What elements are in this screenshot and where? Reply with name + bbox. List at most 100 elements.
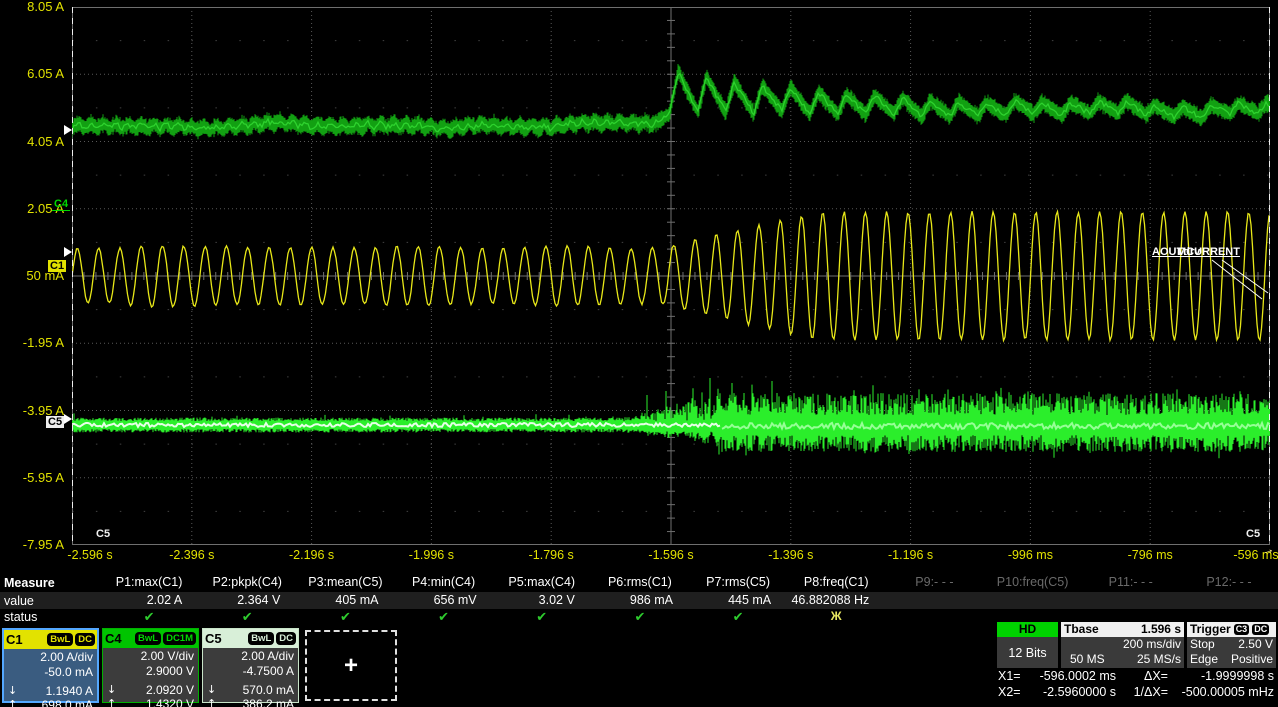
trigger-type: Edge [1190,652,1218,667]
y-axis-label: 4.05 A [0,134,64,149]
measure-value: 986 mA [591,593,673,607]
time-axis-label: -996 ms [1008,548,1053,562]
measure-header[interactable]: P8:freq(C1) [787,575,885,589]
measure-header[interactable]: P3:mean(C5) [296,575,394,589]
measure-value: 656 mV [395,593,477,607]
cursor-up-value: 698.0 mA [17,698,93,707]
y-axis-label: -5.95 A [0,470,64,485]
status-ok-icon: ✔ [493,609,591,625]
channel-tag-c1[interactable]: C1 [48,260,66,272]
trigger-label: Trigger [1190,622,1231,637]
dx-value: -1.9999998 s [1168,668,1274,684]
grid-trace-label-right: C5 [1246,528,1260,540]
cursor-up-value: 386.2 mA [216,697,294,707]
trigger-box[interactable]: Trigger C3 DC Stop 2.50 V Edge Positive [1187,622,1276,668]
grid-trace-label-left: C5 [96,528,110,540]
channel-offset-value: -50.0 mA [8,665,93,680]
channel-badge-bwl: BwL [135,632,161,645]
cursor-readout: X1= -596.0002 ms ΔX= -1.9999998 s X2= -2… [998,668,1274,700]
channel-id-label: C4 [105,631,122,646]
trace-position-arrow[interactable] [64,125,72,135]
timebase-label: Tbase [1064,622,1099,637]
oscilloscope-screen: 8.05 A6.05 A4.05 A2.05 A50 mA-1.95 A-3.9… [0,0,1278,707]
invdx-label: 1/ΔX= [1116,684,1168,700]
measure-header[interactable]: P2:pkpk(C4) [198,575,296,589]
time-axis-label: -1.796 s [529,548,574,562]
invdx-value: -500.00005 mHz [1168,684,1274,700]
channel-id-label: C1 [6,632,23,647]
cursor-up-icon: ↑ [207,697,216,707]
hd-mode-label: HD [997,622,1058,637]
channel-offset-value: -4.7500 A [207,664,294,679]
channel-descriptor-boxes: C1BwLDC2.00 A/div-50.0 mA↓1.1940 A↑698.0… [2,628,299,703]
measure-value: 2.02 A [100,593,182,607]
time-axis-label: -1.596 s [648,548,693,562]
channel-id-label: C5 [205,631,222,646]
dx-label: ΔX= [1116,668,1168,684]
channel-offset-value: 2.9000 V [107,664,194,679]
trace-position-arrow[interactable] [64,414,72,424]
time-axis-label: -2.196 s [289,548,334,562]
cursor-down-value: 570.0 mA [216,683,294,697]
time-axis-label: -2.596 s [67,548,112,562]
status-ok-icon: ✔ [296,609,394,625]
time-axis-label: -1.996 s [409,548,454,562]
measure-header[interactable]: P11:- - - [1082,575,1180,589]
time-axis-label: -1.196 s [888,548,933,562]
measure-header[interactable]: P9:- - - [885,575,983,589]
acquisition-mode-box[interactable]: HD 12 Bits [997,622,1058,668]
add-channel-button[interactable]: + [305,630,397,701]
channel-box-c4[interactable]: C4BwLDC1M2.00 V/div2.9000 V↓2.0920 V↑1.4… [102,628,199,703]
measure-value-row-label: value [4,594,34,608]
hd-bits-value: 12 Bits [997,637,1058,668]
channel-box-c5[interactable]: C5BwLDC2.00 A/div-4.7500 A↓570.0 mA↑386.… [202,628,299,703]
plus-icon: + [344,652,358,680]
cursor-down-icon: ↓ [8,684,17,698]
timebase-samples: 50 MS [1064,652,1105,667]
measure-header[interactable]: P10:freq(C5) [984,575,1082,589]
channel-badge-bwl: BwL [248,632,274,645]
waveform-display-area[interactable]: 8.05 A6.05 A4.05 A2.05 A50 mA-1.95 A-3.9… [0,0,1278,568]
measure-header[interactable]: P12:- - - [1180,575,1278,589]
trigger-coupling-badge: DC [1252,624,1269,635]
time-axis-label: -796 ms [1128,548,1173,562]
channel-scale-value: 2.00 A/div [207,649,294,664]
waveform-grid [72,7,1270,545]
status-ok-icon: ✔ [395,609,493,625]
cursor-up-icon: ↑ [8,698,17,707]
channel-tag-c4[interactable]: C4 [52,198,70,211]
measure-header[interactable]: P6:rms(C1) [591,575,689,589]
x1-value: -596.0002 ms [1032,668,1116,684]
measure-table-title: Measure [4,576,55,590]
trace-annotation-label[interactable]: MCURRENT [1177,246,1240,258]
timebase-delay-value: 1.596 s [1099,622,1181,637]
channel-badge-bwl: BwL [47,633,73,646]
measure-status-row-label: status [4,610,37,624]
cursor-down-icon: ↓ [107,683,116,697]
measure-value: 2.364 V [198,593,280,607]
y-axis-label: -7.95 A [0,537,64,552]
measure-value: 3.02 V [493,593,575,607]
trigger-source-badge: C3 [1234,624,1250,635]
timebase-box[interactable]: Tbase 1.596 s 200 ms/div 50 MS 25 MS/s [1061,622,1184,668]
x2-label: X2= [998,684,1032,700]
channel-tag-c5[interactable]: C5 [46,416,64,428]
y-axis-label: -1.95 A [0,335,64,350]
measure-value: 46.882088 Hz [787,593,869,607]
measure-header[interactable]: P5:max(C4) [493,575,591,589]
channel-badge-dc1m: DC1M [163,632,196,645]
x1-label: X1= [998,668,1032,684]
y-axis-label: 8.05 A [0,0,64,14]
measure-header[interactable]: P1:max(C1) [100,575,198,589]
measure-header[interactable]: P4:min(C4) [395,575,493,589]
channel-box-c1[interactable]: C1BwLDC2.00 A/div-50.0 mA↓1.1940 A↑698.0… [2,628,99,703]
measure-header[interactable]: P7:rms(C5) [689,575,787,589]
x2-value: -2.5960000 s [1032,684,1116,700]
status-ok-icon: ✔ [591,609,689,625]
channel-scale-value: 2.00 A/div [8,650,93,665]
trace-position-arrow[interactable] [64,247,72,257]
y-axis-label: 6.05 A [0,66,64,81]
cursor-down-value: 1.1940 A [17,684,93,698]
status-ok-icon: ✔ [198,609,296,625]
cursor-down-value: 2.0920 V [116,683,194,697]
